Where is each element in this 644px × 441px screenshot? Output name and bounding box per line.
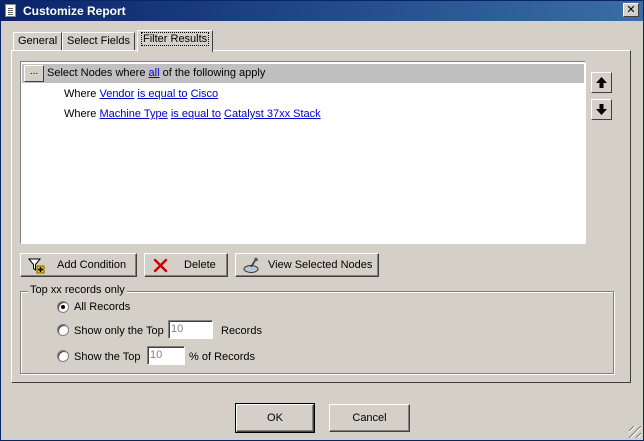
delete-button[interactable]: Delete xyxy=(144,253,228,277)
show-top-percent-radio[interactable] xyxy=(57,350,69,362)
show-top-label[interactable]: Show the Top xyxy=(74,351,140,363)
header-suffix: of the following apply xyxy=(162,67,266,79)
condition-value-link[interactable]: Catalyst 37xx Stack xyxy=(224,108,321,120)
add-condition-label: Add Condition xyxy=(57,259,127,271)
tab-select-fields-label: Select Fields xyxy=(67,35,130,47)
tab-general-label: General xyxy=(18,35,58,47)
delete-x-icon xyxy=(153,258,168,273)
title-bar[interactable]: Customize Report ✕ xyxy=(1,1,643,21)
view-nodes-icon xyxy=(243,257,259,273)
show-only-top-radio[interactable] xyxy=(57,324,69,336)
condition-row[interactable]: Where Vendor is equal to Cisco xyxy=(64,88,218,100)
report-icon xyxy=(5,4,16,17)
condition-operator-link[interactable]: is equal to xyxy=(137,88,187,100)
tab-general[interactable]: General xyxy=(13,32,63,51)
arrow-up-icon xyxy=(596,77,607,88)
condition-row[interactable]: Where Machine Type is equal to Catalyst … xyxy=(64,108,321,120)
delete-label: Delete xyxy=(184,259,216,271)
filter-header-text: Select Nodes where all of the following … xyxy=(47,67,265,79)
condition-value-link[interactable]: Cisco xyxy=(191,88,219,100)
filter-header-row[interactable]: ... Select Nodes where all of the follow… xyxy=(22,64,584,83)
tab-filter-results[interactable]: Filter Results xyxy=(137,30,214,52)
cancel-button[interactable]: Cancel xyxy=(329,404,410,432)
records-label: Records xyxy=(221,325,262,337)
filter-tree[interactable]: ... Select Nodes where all of the follow… xyxy=(20,61,586,244)
condition-operator-link[interactable]: is equal to xyxy=(171,108,221,120)
add-condition-button[interactable]: Add Condition xyxy=(20,253,137,277)
top-records-title: Top xx records only xyxy=(28,284,127,296)
filter-options-button[interactable]: ... xyxy=(24,65,44,82)
where-label: Where xyxy=(64,108,97,120)
move-up-button[interactable] xyxy=(591,72,612,93)
all-records-radio[interactable] xyxy=(57,301,69,313)
tab-select-fields[interactable]: Select Fields xyxy=(62,32,135,51)
header-prefix: Select Nodes where xyxy=(47,67,146,79)
top-percent-input[interactable]: 10 xyxy=(147,346,185,365)
top-count-input[interactable]: 10 xyxy=(168,320,213,339)
window-title: Customize Report xyxy=(23,4,126,18)
condition-field-link[interactable]: Vendor xyxy=(99,88,134,100)
move-down-button[interactable] xyxy=(591,99,612,120)
percent-of-records-label: % of Records xyxy=(189,351,256,363)
add-filter-icon xyxy=(28,258,45,274)
view-selected-nodes-label: View Selected Nodes xyxy=(268,259,373,271)
view-selected-nodes-button[interactable]: View Selected Nodes xyxy=(235,253,379,277)
where-label: Where xyxy=(64,88,97,100)
all-records-label[interactable]: All Records xyxy=(74,301,130,313)
quantifier-link[interactable]: all xyxy=(149,67,160,79)
customize-report-dialog: Customize Report ✕ General Select Fields… xyxy=(0,0,644,441)
arrow-down-icon xyxy=(596,104,607,115)
show-only-top-label[interactable]: Show only the Top xyxy=(74,325,164,337)
resize-grip[interactable] xyxy=(629,426,641,438)
tab-filter-results-label: Filter Results xyxy=(140,32,210,46)
close-button[interactable]: ✕ xyxy=(623,3,639,17)
ok-button[interactable]: OK xyxy=(235,403,315,433)
condition-field-link[interactable]: Machine Type xyxy=(99,108,167,120)
